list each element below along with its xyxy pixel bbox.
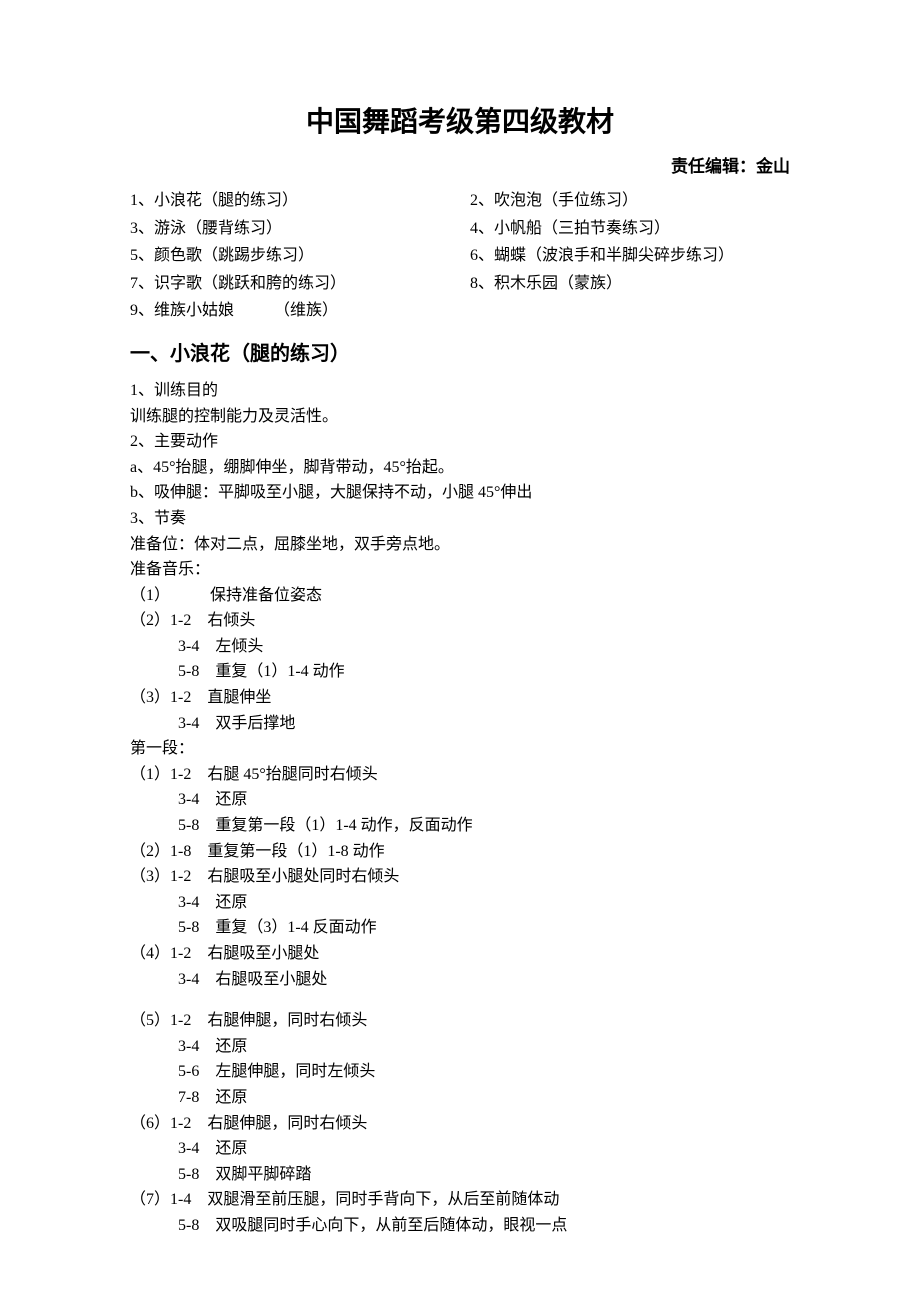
section-heading: 一、小浪花（腿的练习） <box>130 338 790 370</box>
body-line: 3-4 双手后撑地 <box>130 711 790 737</box>
body-line: （1） 保持准备位姿态 <box>130 583 790 609</box>
toc-item: 6、蝴蝶（波浪手和半脚尖碎步练习） <box>470 243 790 269</box>
body-line: （5）1-2 右腿伸腿，同时右倾头 <box>130 1008 790 1034</box>
body-line: 5-8 重复（3）1-4 反面动作 <box>130 915 790 941</box>
toc-item: 4、小帆船（三拍节奏练习） <box>470 216 790 242</box>
body-line: 5-8 重复第一段（1）1-4 动作，反面动作 <box>130 813 790 839</box>
body-line: 准备位：体对二点，屈膝坐地，双手旁点地。 <box>130 532 790 558</box>
section-body: 1、训练目的 训练腿的控制能力及灵活性。 2、主要动作 a、45°抬腿，绷脚伸坐… <box>130 378 790 1239</box>
body-line: 2、主要动作 <box>130 429 790 455</box>
body-line: 3、节奏 <box>130 506 790 532</box>
editor-line: 责任编辑：金山 <box>130 153 790 180</box>
toc-item: 3、游泳（腰背练习） <box>130 216 450 242</box>
body-line: （1）1-2 右腿 45°抬腿同时右倾头 <box>130 762 790 788</box>
body-line: 5-6 左腿伸腿，同时左倾头 <box>130 1059 790 1085</box>
body-line: 5-8 双吸腿同时手心向下，从前至后随体动，眼视一点 <box>130 1213 790 1239</box>
body-line: 3-4 还原 <box>130 1034 790 1060</box>
body-line: a、45°抬腿，绷脚伸坐，脚背带动，45°抬起。 <box>130 455 790 481</box>
toc-item: 5、颜色歌（跳踢步练习） <box>130 243 450 269</box>
toc-item: 1、小浪花（腿的练习） <box>130 188 450 214</box>
toc-item: 2、吹泡泡（手位练习） <box>470 188 790 214</box>
body-line: b、吸伸腿：平脚吸至小腿，大腿保持不动，小腿 45°伸出 <box>130 480 790 506</box>
body-line: （6）1-2 右腿伸腿，同时右倾头 <box>130 1111 790 1137</box>
body-line: （3）1-2 右腿吸至小腿处同时右倾头 <box>130 864 790 890</box>
toc-item: 9、维族小姑娘 （维族） <box>130 298 790 324</box>
body-line: 3-4 左倾头 <box>130 634 790 660</box>
body-line: 3-4 还原 <box>130 787 790 813</box>
body-line: 3-4 还原 <box>130 1136 790 1162</box>
body-line: 准备音乐： <box>130 557 790 583</box>
body-line: 7-8 还原 <box>130 1085 790 1111</box>
body-line: （2）1-2 右倾头 <box>130 608 790 634</box>
body-line: 第一段： <box>130 736 790 762</box>
body-line: （4）1-2 右腿吸至小腿处 <box>130 941 790 967</box>
toc-item: 7、识字歌（跳跃和胯的练习） <box>130 271 450 297</box>
body-line: 1、训练目的 <box>130 378 790 404</box>
body-line: 3-4 右腿吸至小腿处 <box>130 967 790 993</box>
body-line: 5-8 重复（1）1-4 动作 <box>130 659 790 685</box>
toc-item: 8、积木乐园（蒙族） <box>470 271 790 297</box>
body-line: 3-4 还原 <box>130 890 790 916</box>
document-title: 中国舞蹈考级第四级教材 <box>130 100 790 145</box>
body-line: 训练腿的控制能力及灵活性。 <box>130 404 790 430</box>
body-line: （7）1-4 双腿滑至前压腿，同时手背向下，从后至前随体动 <box>130 1187 790 1213</box>
blank-line <box>130 992 790 1008</box>
body-line: 5-8 双脚平脚碎踏 <box>130 1162 790 1188</box>
table-of-contents: 1、小浪花（腿的练习） 2、吹泡泡（手位练习） 3、游泳（腰背练习） 4、小帆船… <box>130 188 790 324</box>
body-line: （2）1-8 重复第一段（1）1-8 动作 <box>130 839 790 865</box>
body-line: （3）1-2 直腿伸坐 <box>130 685 790 711</box>
